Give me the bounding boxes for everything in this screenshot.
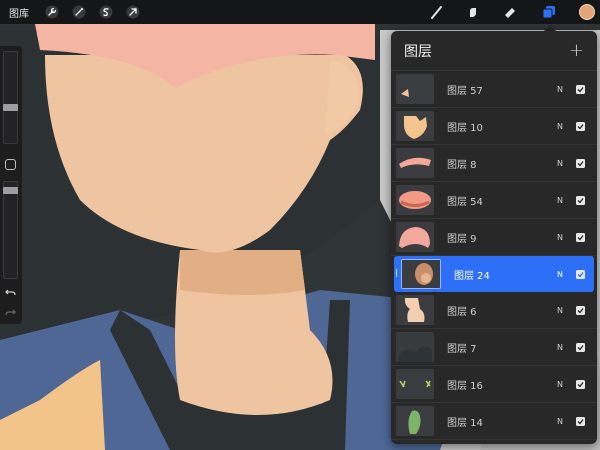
visibility-checkbox[interactable] xyxy=(576,158,585,168)
blend-mode[interactable]: N xyxy=(557,343,563,352)
opacity-slider[interactable] xyxy=(3,181,18,279)
layer-thumbnail xyxy=(396,295,434,325)
visibility-checkbox[interactable] xyxy=(576,121,585,131)
layer-name: 图层 57 xyxy=(447,85,483,97)
selection-marker xyxy=(396,269,399,277)
layer-thumbnail xyxy=(396,74,434,104)
layer-row[interactable]: 图层 8 N xyxy=(391,145,597,182)
layer-thumbnail xyxy=(396,148,434,178)
layer-thumbnail xyxy=(396,332,434,362)
visibility-checkbox[interactable] xyxy=(576,305,585,315)
layer-row[interactable]: 图层 54 N xyxy=(391,182,597,219)
layer-row[interactable]: 图层 7 N xyxy=(391,329,597,366)
blend-mode[interactable]: N xyxy=(557,380,563,389)
layer-name: 图层 54 xyxy=(447,196,483,208)
layer-row[interactable]: 图层 6 N xyxy=(391,292,597,329)
layers-icon[interactable] xyxy=(538,0,560,24)
blend-mode[interactable]: N xyxy=(557,306,563,315)
blend-mode[interactable]: N xyxy=(557,233,563,242)
eraser-icon[interactable] xyxy=(499,0,521,24)
layer-row[interactable]: 图层 57 N xyxy=(391,71,597,108)
blend-mode[interactable]: N xyxy=(557,270,563,279)
blend-mode[interactable]: N xyxy=(557,196,563,205)
selection-icon[interactable] xyxy=(98,4,114,20)
layer-name: 图层 8 xyxy=(447,159,477,171)
color-picker-swatch[interactable] xyxy=(579,4,595,20)
top-toolbar: 图库 xyxy=(0,0,600,24)
layer-row[interactable]: 图层 16 N xyxy=(391,366,597,403)
visibility-checkbox[interactable] xyxy=(576,379,585,389)
visibility-checkbox[interactable] xyxy=(576,195,585,205)
layer-name: 图层 14 xyxy=(447,417,483,429)
visibility-checkbox[interactable] xyxy=(576,342,585,352)
layer-name: 图层 9 xyxy=(447,233,477,245)
modify-button[interactable] xyxy=(5,159,16,170)
gallery-button[interactable]: 图库 xyxy=(9,5,33,20)
blend-mode[interactable]: N xyxy=(557,122,563,131)
visibility-checkbox[interactable] xyxy=(576,269,585,279)
left-sidebar xyxy=(0,46,22,324)
visibility-checkbox[interactable] xyxy=(576,416,585,426)
layer-thumbnail xyxy=(396,369,434,399)
layer-row-selected[interactable]: 图层 24 N xyxy=(394,256,594,292)
transform-arrow-icon[interactable] xyxy=(125,4,141,20)
layer-name: 图层 24 xyxy=(454,270,490,282)
blend-mode[interactable]: N xyxy=(557,85,563,94)
layer-name: 图层 10 xyxy=(447,122,483,134)
layer-thumbnail xyxy=(401,259,441,289)
layer-thumbnail xyxy=(396,185,434,215)
visibility-checkbox[interactable] xyxy=(576,84,585,94)
visibility-checkbox[interactable] xyxy=(576,232,585,242)
layer-row[interactable]: 图层 10 N xyxy=(391,108,597,145)
wrench-icon[interactable] xyxy=(44,4,60,20)
layer-thumbnail xyxy=(396,406,434,436)
add-layer-button[interactable]: + xyxy=(569,41,584,60)
blend-mode[interactable]: N xyxy=(557,159,563,168)
layer-name: 图层 7 xyxy=(447,343,477,355)
redo-icon[interactable] xyxy=(4,306,17,319)
layer-thumbnail xyxy=(396,222,434,252)
magic-wand-icon[interactable] xyxy=(71,4,87,20)
blend-mode[interactable]: N xyxy=(557,417,563,426)
layer-name: 图层 6 xyxy=(447,306,477,318)
layer-row[interactable]: 图层 14 N xyxy=(391,403,597,440)
undo-icon[interactable] xyxy=(4,286,17,299)
brush-size-slider[interactable] xyxy=(3,51,18,144)
layer-name: 图层 16 xyxy=(447,380,483,392)
opacity-knob[interactable] xyxy=(3,187,18,194)
layers-panel-header: 图层 + xyxy=(391,31,597,71)
brush-size-knob[interactable] xyxy=(3,104,18,111)
layer-thumbnail xyxy=(396,111,434,141)
smudge-icon[interactable] xyxy=(462,0,484,24)
brush-icon[interactable] xyxy=(426,0,448,24)
layer-row[interactable]: 图层 9 N xyxy=(391,219,597,256)
layers-panel: 图层 + 图层 57 N 图层 10 N 图层 8 N 图层 54 N 图层 9… xyxy=(391,31,597,444)
layers-panel-title: 图层 xyxy=(404,43,432,60)
